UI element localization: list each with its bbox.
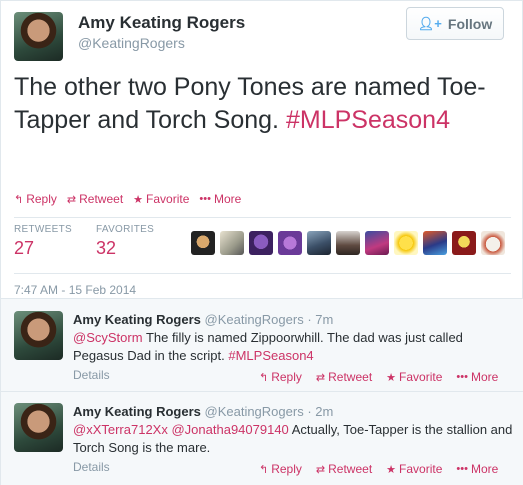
avatar[interactable] [394, 231, 418, 255]
reply-actions: ↰ Reply ⇄ Retweet ★ Favorite ••• More [259, 462, 498, 476]
avatar[interactable] [14, 403, 63, 452]
favoriter-avatars [191, 231, 505, 255]
reply-time[interactable]: 2m [315, 404, 333, 419]
favorite-button[interactable]: ★ Favorite [386, 370, 442, 384]
divider [14, 273, 511, 274]
avatar[interactable] [220, 231, 244, 255]
mention-link[interactable]: @ScyStorm [73, 330, 143, 345]
author-name[interactable]: Amy Keating Rogers [78, 13, 245, 33]
reply-header: Amy Keating Rogers @KeatingRogers · 7m [73, 312, 333, 327]
avatar[interactable] [249, 231, 273, 255]
details-link[interactable]: Details [73, 368, 110, 382]
star-icon: ★ [386, 371, 397, 384]
separator-dot: · [307, 312, 312, 327]
avatar[interactable] [452, 231, 476, 255]
more-label: More [470, 370, 499, 384]
avatar[interactable] [278, 231, 302, 255]
tweet-actions: ↰ Reply ⇄ Retweet ★ Favorite ••• More [14, 192, 241, 206]
follow-label: Follow [447, 15, 493, 32]
list-item[interactable]: Amy Keating Rogers @KeatingRogers · 2m @… [1, 392, 523, 485]
follow-button[interactable]: 👤︎+ Follow [406, 7, 504, 40]
more-button[interactable]: ••• More [456, 370, 498, 384]
divider [14, 217, 511, 218]
reply-header: Amy Keating Rogers @KeatingRogers · 2m [73, 404, 333, 419]
reply-button[interactable]: ↰ Reply [14, 192, 57, 206]
more-button[interactable]: ••• More [456, 462, 498, 476]
reply-button[interactable]: ↰ Reply [259, 462, 302, 476]
dots-icon: ••• [199, 193, 211, 205]
reply-icon: ↰ [259, 463, 269, 476]
reply-actions: ↰ Reply ⇄ Retweet ★ Favorite ••• More [259, 370, 498, 384]
retweet-button[interactable]: ⇄ Retweet [67, 192, 123, 206]
reply-author-name[interactable]: Amy Keating Rogers [73, 404, 201, 419]
reply-author-handle[interactable]: @KeatingRogers [205, 404, 304, 419]
avatar[interactable] [423, 231, 447, 255]
favorite-button[interactable]: ★ Favorite [386, 462, 442, 476]
reply-author-name[interactable]: Amy Keating Rogers [73, 312, 201, 327]
favorite-label: Favorite [146, 192, 190, 206]
avatar[interactable] [191, 231, 215, 255]
avatar[interactable] [365, 231, 389, 255]
reply-button[interactable]: ↰ Reply [259, 370, 302, 384]
tweet-text: The other two Pony Tones are named Toe-T… [14, 71, 514, 137]
avatar[interactable] [307, 231, 331, 255]
reply-list: Amy Keating Rogers @KeatingRogers · 7m @… [1, 298, 523, 485]
avatar[interactable] [481, 231, 505, 255]
hashtag-link[interactable]: #MLPSeason4 [228, 348, 313, 363]
reply-icon: ↰ [14, 193, 24, 206]
retweet-stat[interactable]: RETWEETS 27 [14, 224, 96, 259]
avatar[interactable] [14, 311, 63, 360]
more-label: More [470, 462, 499, 476]
dots-icon: ••• [456, 463, 468, 475]
list-item[interactable]: Amy Keating Rogers @KeatingRogers · 7m @… [1, 299, 523, 391]
reply-time[interactable]: 7m [315, 312, 333, 327]
more-button[interactable]: ••• More [199, 192, 241, 206]
dots-icon: ••• [456, 371, 468, 383]
favorite-label: Favorite [399, 462, 443, 476]
author-avatar[interactable] [14, 12, 63, 61]
retweet-icon: ⇄ [315, 463, 326, 476]
mention-link[interactable]: @Jonatha94079140 [171, 422, 288, 437]
retweet-label: Retweet [328, 462, 373, 476]
retweet-button[interactable]: ⇄ Retweet [316, 370, 372, 384]
retweet-label: Retweet [79, 192, 124, 206]
reply-icon: ↰ [259, 371, 269, 384]
separator-dot: · [307, 404, 312, 419]
avatar[interactable] [336, 231, 360, 255]
star-icon: ★ [386, 463, 397, 476]
favorite-stat[interactable]: FAVORITES 32 [96, 224, 178, 259]
reply-label: Reply [26, 192, 57, 206]
reply-label: Reply [271, 370, 302, 384]
retweet-button[interactable]: ⇄ Retweet [316, 462, 372, 476]
reply-author-handle[interactable]: @KeatingRogers [205, 312, 304, 327]
retweets-count: 27 [14, 238, 35, 258]
more-label: More [213, 192, 242, 206]
mention-link[interactable]: @xXTerra712Xx [73, 422, 168, 437]
favorite-button[interactable]: ★ Favorite [133, 192, 189, 206]
tweet-stats: RETWEETS 27 FAVORITES 32 [14, 224, 178, 259]
reply-text: @ScyStorm The filly is named Zippoorwhil… [73, 329, 513, 365]
tweet-hashtag[interactable]: #MLPSeason4 [286, 106, 450, 134]
star-icon: ★ [133, 193, 144, 206]
favorites-count: 32 [96, 238, 117, 258]
reply-text: @xXTerra712Xx @Jonatha94079140 Actually,… [73, 421, 513, 457]
favorites-label: FAVORITES [96, 224, 155, 235]
favorite-label: Favorite [399, 370, 443, 384]
tweet-timestamp[interactable]: 7:47 AM - 15 Feb 2014 [14, 283, 136, 297]
details-link[interactable]: Details [73, 460, 110, 474]
add-user-icon: 👤︎+ [417, 15, 442, 31]
retweet-icon: ⇄ [66, 193, 77, 206]
author-handle[interactable]: @KeatingRogers [78, 35, 185, 51]
reply-label: Reply [271, 462, 302, 476]
tweet-card: Amy Keating Rogers @KeatingRogers 👤︎+ Fo… [0, 0, 523, 485]
retweet-label: Retweet [328, 370, 373, 384]
retweet-icon: ⇄ [315, 371, 326, 384]
retweets-label: RETWEETS [14, 224, 72, 235]
